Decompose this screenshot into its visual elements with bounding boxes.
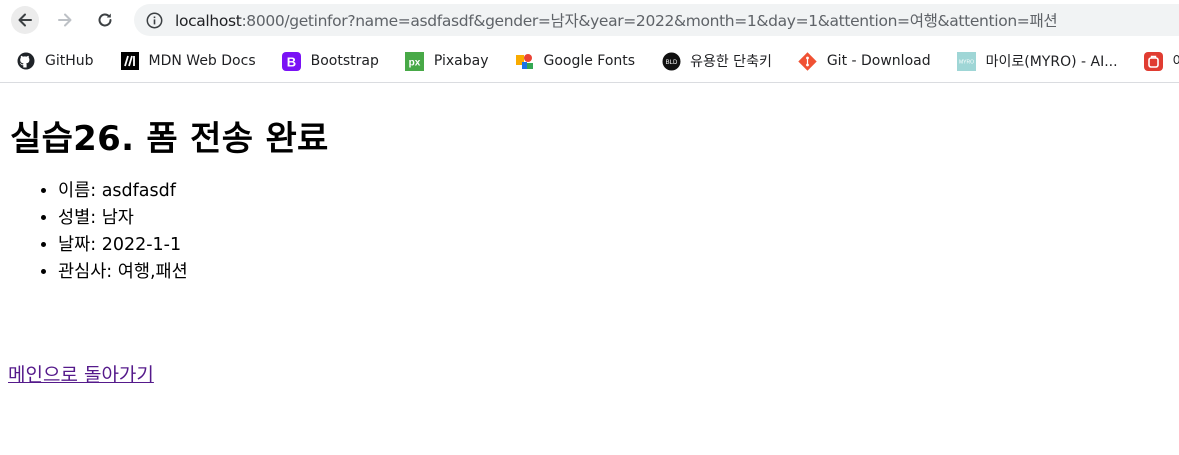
bookmark-label: Google Fonts [543, 53, 636, 69]
item-value: asdfasdf [101, 181, 176, 201]
item-label: 관심사: [58, 262, 113, 282]
svg-text:BLD: BLD [665, 60, 677, 66]
mdn-icon [120, 51, 140, 71]
browser-toolbar: localhost:8000/getinfor?name=asdfasdf&ge… [0, 0, 1179, 40]
bookmark-label: 마이로(MYRO) - AI... [985, 54, 1118, 70]
url-text[interactable]: localhost:8000/getinfor?name=asdfasdf&ge… [175, 9, 1058, 31]
list-item: 날짜: 2022-1-1 [58, 232, 1171, 259]
bookmark-label: GitHub [45, 53, 94, 69]
item-value: 남자 [101, 208, 134, 228]
bookmark-label: 유용한 단축키 [690, 54, 772, 70]
url-host: localhost [175, 12, 242, 30]
github-icon [16, 51, 36, 71]
bookmark-label: Git - Download [826, 53, 931, 69]
bookmark-mdn[interactable]: MDN Web Docs [104, 47, 266, 75]
pixabay-icon: px [405, 51, 425, 71]
item-label: 성별: [58, 208, 97, 228]
bootstrap-icon: B [282, 51, 302, 71]
svg-text:MYRO: MYRO [959, 59, 974, 65]
forward-button[interactable] [51, 6, 79, 34]
list-item: 성별: 남자 [58, 205, 1171, 232]
svg-text:px: px [409, 57, 421, 68]
bookmark-shortcuts[interactable]: BLD 유용한 단축키 [645, 47, 782, 75]
item-label: 이름: [58, 181, 97, 201]
bookmark-pixabay[interactable]: px Pixabay [389, 47, 499, 75]
myro-icon: MYRO [957, 51, 977, 71]
bookmark-myro[interactable]: MYRO 마이로(MYRO) - AI... [941, 47, 1128, 75]
bookmark-label: Bootstrap [310, 53, 379, 69]
back-button[interactable] [11, 6, 39, 34]
bookmark-label: Pixabay [433, 53, 489, 69]
bookmark-bootstrap[interactable]: B Bootstrap [266, 47, 389, 75]
svg-text:B: B [287, 54, 296, 69]
url-path: :8000/getinfor?name=asdfasdf&gender=남자&y… [241, 12, 1058, 30]
git-icon [798, 51, 818, 71]
shortcut-icon: BLD [661, 51, 681, 71]
reload-icon [98, 13, 112, 27]
page-title: 실습26. 폼 전송 완료 [10, 119, 329, 159]
arrow-right-icon [58, 13, 72, 27]
bookmark-label: MDN Web Docs [148, 53, 256, 69]
result-list: 이름: asdfasdf 성별: 남자 날짜: 2022-1-1 관심사: 여행… [8, 178, 1171, 286]
reload-button[interactable] [91, 6, 119, 34]
bookmark-google-fonts[interactable]: Google Fonts [498, 47, 645, 75]
bookmark-git[interactable]: Git - Download [782, 47, 941, 75]
back-to-main-link[interactable]: 메인으로 돌아가기 [8, 360, 154, 387]
item-label: 날짜: [58, 235, 97, 255]
bookmarks-bar: GitHub MDN Web Docs B Bootstrap px Pixab… [0, 40, 1179, 83]
item-value: 여행,패션 [117, 262, 188, 282]
page-content: 실습26. 폼 전송 완료 이름: asdfasdf 성별: 남자 날짜: 20… [0, 111, 1179, 387]
bookmark-github[interactable]: GitHub [0, 47, 104, 75]
list-item: 관심사: 여행,패션 [58, 259, 1171, 286]
address-bar[interactable]: localhost:8000/getinfor?name=asdfasdf&ge… [134, 4, 1179, 36]
travel-icon [1144, 51, 1164, 71]
list-item: 이름: asdfasdf [58, 178, 1171, 205]
google-fonts-icon [514, 51, 534, 71]
item-value: 2022-1-1 [101, 235, 182, 255]
arrow-left-icon [18, 13, 32, 27]
bookmark-travel[interactable]: 여행 [1128, 47, 1179, 75]
info-icon[interactable] [145, 11, 163, 29]
bookmark-label: 여행 [1173, 51, 1179, 71]
